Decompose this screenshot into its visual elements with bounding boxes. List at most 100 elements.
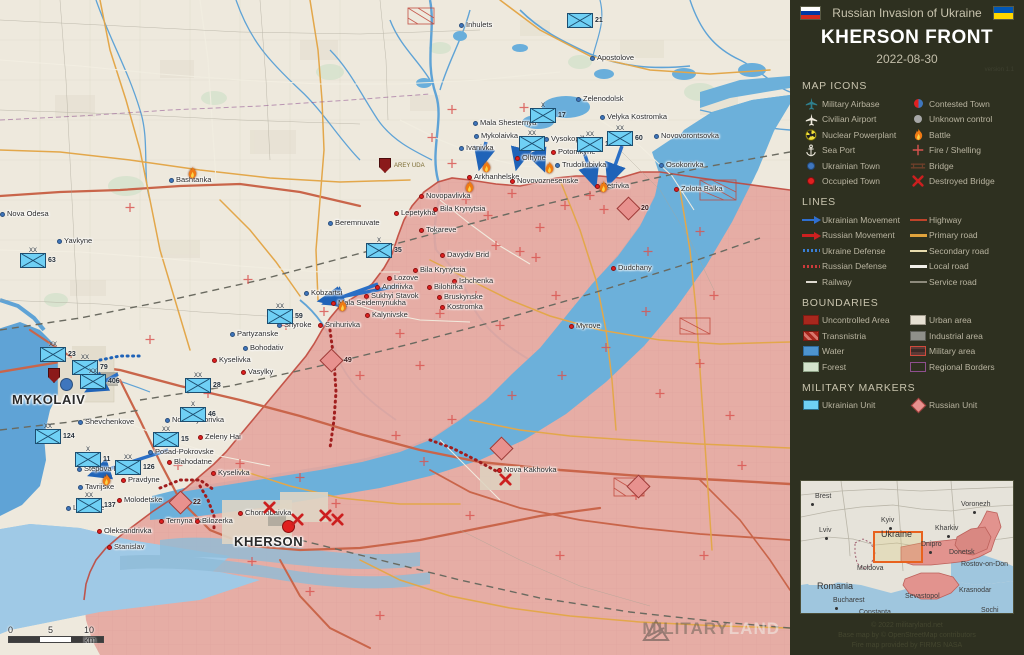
- occupied-town-marker[interactable]: [212, 358, 217, 363]
- ukrainian-town-marker[interactable]: [654, 134, 659, 139]
- occupied-town-marker[interactable]: [551, 150, 556, 155]
- occupied-town-marker[interactable]: [121, 478, 126, 483]
- occupied-town-marker[interactable]: [569, 324, 574, 329]
- legend-item-service-road[interactable]: Service road: [907, 274, 1014, 290]
- occupied-town-marker[interactable]: [167, 460, 172, 465]
- watermark-part2: LAND: [728, 619, 780, 638]
- overview-minimap[interactable]: Ukraine Romania Moldova Brest Voronezh K…: [800, 480, 1014, 614]
- ukrainian-town-marker[interactable]: [0, 212, 5, 217]
- legend-item-forest[interactable]: Forest: [800, 359, 907, 375]
- legend-item-secondary-road[interactable]: Secondary road: [907, 243, 1014, 259]
- ukrainian-town-marker[interactable]: [459, 146, 464, 151]
- ukrainian-town-marker[interactable]: [243, 346, 248, 351]
- legend-item-water[interactable]: Water: [800, 344, 907, 360]
- legend-item-industrial-area[interactable]: Industrial area: [907, 328, 1014, 344]
- legend-item-russian-defense[interactable]: Russian Defense: [800, 259, 907, 275]
- occupied-town-marker[interactable]: [159, 519, 164, 524]
- occupied-town-marker[interactable]: [387, 276, 392, 281]
- legend-item-highway[interactable]: Highway: [907, 212, 1014, 228]
- ukrainian-town-marker[interactable]: [659, 163, 664, 168]
- legend-item-railway[interactable]: Railway: [800, 274, 907, 290]
- occupied-town-marker[interactable]: [394, 211, 399, 216]
- legend-item-local-road[interactable]: Local road: [907, 259, 1014, 275]
- occupied-town-marker[interactable]: [318, 323, 323, 328]
- legend-item-urban-area[interactable]: Urban area: [907, 313, 1014, 329]
- ukrainian-town-marker[interactable]: [473, 121, 478, 126]
- legend-item-fire-shelling[interactable]: Fire / Shelling: [907, 143, 1014, 159]
- russian-unit-marker[interactable]: 49: [319, 348, 352, 373]
- legend-item-ukraine-defense[interactable]: Ukraine Defense: [800, 243, 907, 259]
- legend-item-uncontrolled-area[interactable]: Uncontrolled Area: [800, 313, 907, 329]
- occupied-town-marker[interactable]: [427, 285, 432, 290]
- ukrainian-town-marker[interactable]: [590, 56, 595, 61]
- ukrainian-town-marker[interactable]: [576, 97, 581, 102]
- occupied-town-marker[interactable]: [611, 266, 616, 271]
- legend-item-contested-town[interactable]: Contested Town: [907, 96, 1014, 112]
- occupied-town-marker[interactable]: [515, 156, 520, 161]
- ukrainian-town-marker[interactable]: [165, 418, 170, 423]
- legend-item-ukrainian-town[interactable]: Ukrainian Town: [800, 158, 907, 174]
- legend-item-ukrainian-movement[interactable]: Ukrainian Movement: [800, 212, 907, 228]
- legend-item-military-airbase[interactable]: Military Airbase: [800, 96, 907, 112]
- occupied-town-marker[interactable]: [238, 511, 243, 516]
- ukrainian-town-marker[interactable]: [230, 332, 235, 337]
- russian-unit-marker[interactable]: 20: [616, 196, 649, 221]
- ukrainian-town-marker[interactable]: [148, 450, 153, 455]
- occupied-town-marker[interactable]: [510, 179, 515, 184]
- legend-item-transnistria[interactable]: Transnistria: [800, 328, 907, 344]
- occupied-town-marker[interactable]: [440, 253, 445, 258]
- ukrainian-town-marker[interactable]: [169, 178, 174, 183]
- legend-item-russian-movement[interactable]: Russian Movement: [800, 228, 907, 244]
- legend-item-occupied-town[interactable]: Occupied Town: [800, 174, 907, 190]
- occupied-town-marker[interactable]: [97, 529, 102, 534]
- ukrainian-town-marker[interactable]: [77, 467, 82, 472]
- occupied-town-marker[interactable]: [452, 279, 457, 284]
- occupied-town-marker[interactable]: [211, 471, 216, 476]
- occupied-town-marker[interactable]: [413, 268, 418, 273]
- ukrainian-town-marker[interactable]: [66, 506, 71, 511]
- occupied-town-marker[interactable]: [419, 228, 424, 233]
- ukrainian-town-marker[interactable]: [544, 137, 549, 142]
- legend-item-bridge[interactable]: Bridge: [907, 158, 1014, 174]
- occupied-town-marker[interactable]: [364, 294, 369, 299]
- legend-item-primary-road[interactable]: Primary road: [907, 228, 1014, 244]
- russian-unit-marker[interactable]: 22: [168, 490, 201, 515]
- occupied-town-marker[interactable]: [375, 285, 380, 290]
- legend-item-ukrainian-unit[interactable]: Ukrainian Unit: [800, 398, 907, 414]
- legend-label: Sea Port: [822, 145, 856, 156]
- main-map-canvas[interactable]: Inhulets Apostolove Zelenodolsk Velyka Kost…: [0, 0, 790, 655]
- ukrainian-town-marker[interactable]: [474, 134, 479, 139]
- occupied-town-marker[interactable]: [241, 370, 246, 375]
- ukrainian-town-marker[interactable]: [600, 115, 605, 120]
- ukrainian-town-marker[interactable]: [459, 23, 464, 28]
- occupied-town-marker[interactable]: [419, 194, 424, 199]
- ukrainian-town-marker[interactable]: [78, 485, 83, 490]
- ukrainian-town-marker[interactable]: [57, 239, 62, 244]
- legend-item-unknown-control[interactable]: Unknown control: [907, 112, 1014, 128]
- legend-item-regional-borders[interactable]: Regional Borders: [907, 359, 1014, 375]
- occupied-town-marker[interactable]: [107, 545, 112, 550]
- legend-item-sea-port[interactable]: Sea Port: [800, 143, 907, 159]
- legend-item-russian-unit[interactable]: Russian Unit: [907, 397, 1014, 414]
- legend-item-destroyed-bridge[interactable]: Destroyed Bridge: [907, 174, 1014, 190]
- russian-unit-marker[interactable]: [626, 474, 651, 499]
- occupied-town-marker[interactable]: [437, 295, 442, 300]
- ukrainian-town-marker[interactable]: [277, 323, 282, 328]
- occupied-town-marker[interactable]: [195, 519, 200, 524]
- occupied-town-marker[interactable]: [674, 187, 679, 192]
- legend-item-nuclear-powerplant[interactable]: Nuclear Powerplant: [800, 127, 907, 143]
- russian-unit-marker[interactable]: [489, 436, 514, 461]
- occupied-town-marker[interactable]: [117, 498, 122, 503]
- occupied-town-marker[interactable]: [365, 313, 370, 318]
- legend-item-military-area[interactable]: Military area: [907, 344, 1014, 360]
- ukrainian-town-marker[interactable]: [304, 291, 309, 296]
- legend-item-civilian-airport[interactable]: Civilian Airport: [800, 112, 907, 128]
- militaryland-logo-icon: [642, 619, 671, 641]
- occupied-town-marker[interactable]: [433, 207, 438, 212]
- occupied-town-marker[interactable]: [198, 435, 203, 440]
- ukrainian-town-marker[interactable]: [328, 221, 333, 226]
- legend-item-battle[interactable]: Battle: [907, 127, 1014, 143]
- major-city-marker[interactable]: [60, 378, 73, 391]
- occupied-town-marker[interactable]: [440, 305, 445, 310]
- ukrainian-town-marker[interactable]: [78, 420, 83, 425]
